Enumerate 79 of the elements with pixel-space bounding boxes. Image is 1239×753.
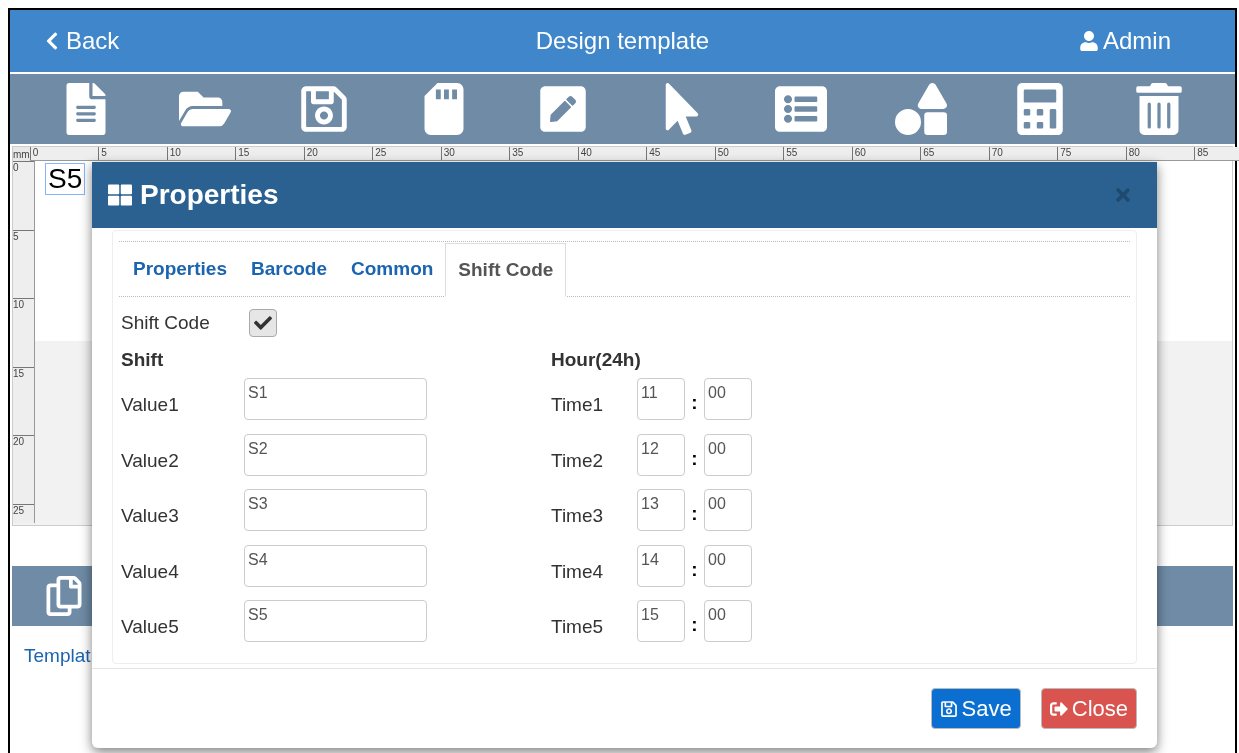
back-button[interactable]: Back xyxy=(42,23,242,59)
tab[interactable]: Shift Code xyxy=(445,243,567,297)
dialog-title: Properties xyxy=(140,178,280,212)
minute-input[interactable]: 00 xyxy=(704,600,752,643)
hour-input[interactable]: 15 xyxy=(637,600,685,643)
shift-heading: Shift xyxy=(121,347,165,372)
ruler-number: 30 xyxy=(440,147,510,160)
ruler-number: 10 xyxy=(166,147,236,160)
list-icon xyxy=(775,83,828,135)
user-icon xyxy=(1078,31,1099,51)
hour-input[interactable]: 12 xyxy=(637,433,685,476)
time-label: Time4 xyxy=(551,559,605,584)
ruler-unit: mm xyxy=(13,147,30,161)
ruler-number: 20 xyxy=(13,435,34,504)
ruler-number: 45 xyxy=(646,147,715,160)
value-label: Value1 xyxy=(121,393,180,417)
ruler-number: 5 xyxy=(13,229,34,298)
minute-input[interactable]: 00 xyxy=(704,544,752,587)
ruler-number: 15 xyxy=(235,147,304,160)
time-label: Time1 xyxy=(551,393,605,417)
ruler-number: 85 xyxy=(1194,147,1239,160)
ruler-number: 50 xyxy=(714,147,784,160)
tab[interactable]: Barcode xyxy=(239,242,339,296)
value-input[interactable]: S3 xyxy=(244,489,427,532)
tab[interactable]: Common xyxy=(339,242,446,296)
time-separator: : xyxy=(690,391,699,415)
value-input[interactable]: S1 xyxy=(244,378,427,421)
ruler-number: 15 xyxy=(13,366,34,435)
time-label: Time3 xyxy=(551,504,605,528)
ruler-number: 10 xyxy=(13,298,34,367)
time-label: Time5 xyxy=(551,615,605,639)
value-label: Value5 xyxy=(121,615,180,639)
minute-input[interactable]: 00 xyxy=(704,489,752,532)
value-label: Value4 xyxy=(121,559,180,584)
tab[interactable]: Properties xyxy=(121,242,239,296)
hour-input[interactable]: 14 xyxy=(637,544,685,587)
shift-code-checkbox[interactable] xyxy=(249,309,277,338)
time-label: Time2 xyxy=(551,448,605,473)
ruler-number: 25 xyxy=(372,147,441,160)
canvas-text-object[interactable]: S5 xyxy=(45,163,86,195)
ruler-number: 55 xyxy=(783,147,852,160)
ruler-number: 0 xyxy=(13,161,34,230)
time-separator: : xyxy=(690,557,699,582)
user-button[interactable]: Admin xyxy=(1003,23,1203,59)
value-input[interactable]: S5 xyxy=(244,600,427,643)
ruler-number: 40 xyxy=(577,147,647,160)
hour-input[interactable]: 11 xyxy=(637,378,685,421)
time-separator: : xyxy=(690,613,699,637)
time-separator: : xyxy=(690,502,699,526)
ruler-number: 60 xyxy=(851,147,921,160)
value-input[interactable]: S2 xyxy=(244,433,427,476)
ruler-number: 5 xyxy=(98,147,167,160)
ruler-number: 0 xyxy=(29,147,99,160)
template-link[interactable]: Templat xyxy=(24,645,91,666)
value-label: Value2 xyxy=(121,448,180,473)
grid-icon xyxy=(108,183,132,207)
copy-icon xyxy=(44,576,84,616)
ruler-number: 80 xyxy=(1125,147,1195,160)
ruler-number: 70 xyxy=(988,147,1058,160)
shapes-icon xyxy=(894,83,947,135)
save-button[interactable]: Save xyxy=(930,688,1021,729)
time-separator: : xyxy=(690,446,699,471)
dialog-close-button[interactable]: Close xyxy=(1040,688,1137,729)
check-icon xyxy=(254,314,272,333)
shift-code-label: Shift Code xyxy=(121,311,211,335)
value-input[interactable]: S4 xyxy=(244,544,427,587)
close-icon xyxy=(1113,185,1133,205)
hour-heading: Hour(24h) xyxy=(551,347,642,372)
ruler-number: 75 xyxy=(1057,147,1126,160)
minute-input[interactable]: 00 xyxy=(704,378,752,421)
ruler-number: 35 xyxy=(509,147,578,160)
calculator-icon xyxy=(1014,83,1066,135)
hour-input[interactable]: 13 xyxy=(637,489,685,532)
ruler-number: 20 xyxy=(303,147,373,160)
minute-input[interactable]: 00 xyxy=(704,433,752,476)
ruler-number: 65 xyxy=(920,147,989,160)
value-label: Value3 xyxy=(121,504,180,528)
exit-icon xyxy=(1049,699,1068,718)
page-title: Design template xyxy=(534,26,711,56)
